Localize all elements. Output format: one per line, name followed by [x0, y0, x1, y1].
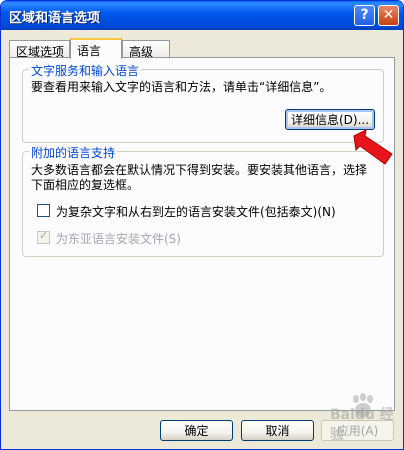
tab-region-options[interactable]: 区域选项	[9, 40, 70, 59]
supplemental-description-line2: 下面相应的复选框。	[31, 178, 140, 192]
window-title: 区域和语言选项	[9, 11, 101, 26]
tab-panel-languages: 文字服务和输入语言 要查看用来输入文字的语言和方法，请单击“详细信息”。 详细信…	[9, 57, 395, 411]
east-asian-checkbox	[37, 229, 50, 244]
help-icon: ?	[360, 7, 369, 23]
complex-script-checkbox[interactable]	[37, 204, 50, 217]
complex-script-label[interactable]: 为复杂文字和从右到左的语言安装文件(包括泰文)(N)	[56, 203, 336, 220]
close-button[interactable]: ✕	[378, 5, 399, 26]
cancel-button[interactable]: 取消	[241, 420, 314, 441]
baidu-watermark: Baidu 经验	[330, 407, 394, 443]
supplemental-legend: 附加的语言支持	[29, 144, 118, 161]
tab-languages[interactable]: 语言	[70, 38, 122, 59]
red-arrow-icon	[353, 129, 393, 165]
tab-advanced[interactable]: 高级	[122, 40, 170, 59]
help-button[interactable]: ?	[354, 5, 375, 26]
title-bar[interactable]: 区域和语言选项 ? ✕	[1, 1, 403, 30]
text-services-legend: 文字服务和输入语言	[29, 62, 142, 79]
close-icon: ✕	[382, 7, 395, 23]
details-button[interactable]: 详细信息(D)...	[285, 109, 375, 130]
east-asian-label: 为东亚语言安装文件(S)	[56, 232, 181, 246]
text-services-group: 文字服务和输入语言 要查看用来输入文字的语言和方法，请单击“详细信息”。 详细信…	[22, 62, 384, 143]
ok-button[interactable]: 确定	[160, 420, 233, 441]
text-services-description: 要查看用来输入文字的语言和方法，请单击“详细信息”。	[31, 80, 332, 94]
supplemental-language-group: 附加的语言支持 大多数语言都会在默认情况下得到安装。要安装其他语言，选择 下面相…	[22, 144, 384, 257]
dialog-window: 区域和语言选项 ? ✕ 区域选项 语言 高级 文字服务和输入语言 要查看用来输入…	[0, 0, 404, 450]
